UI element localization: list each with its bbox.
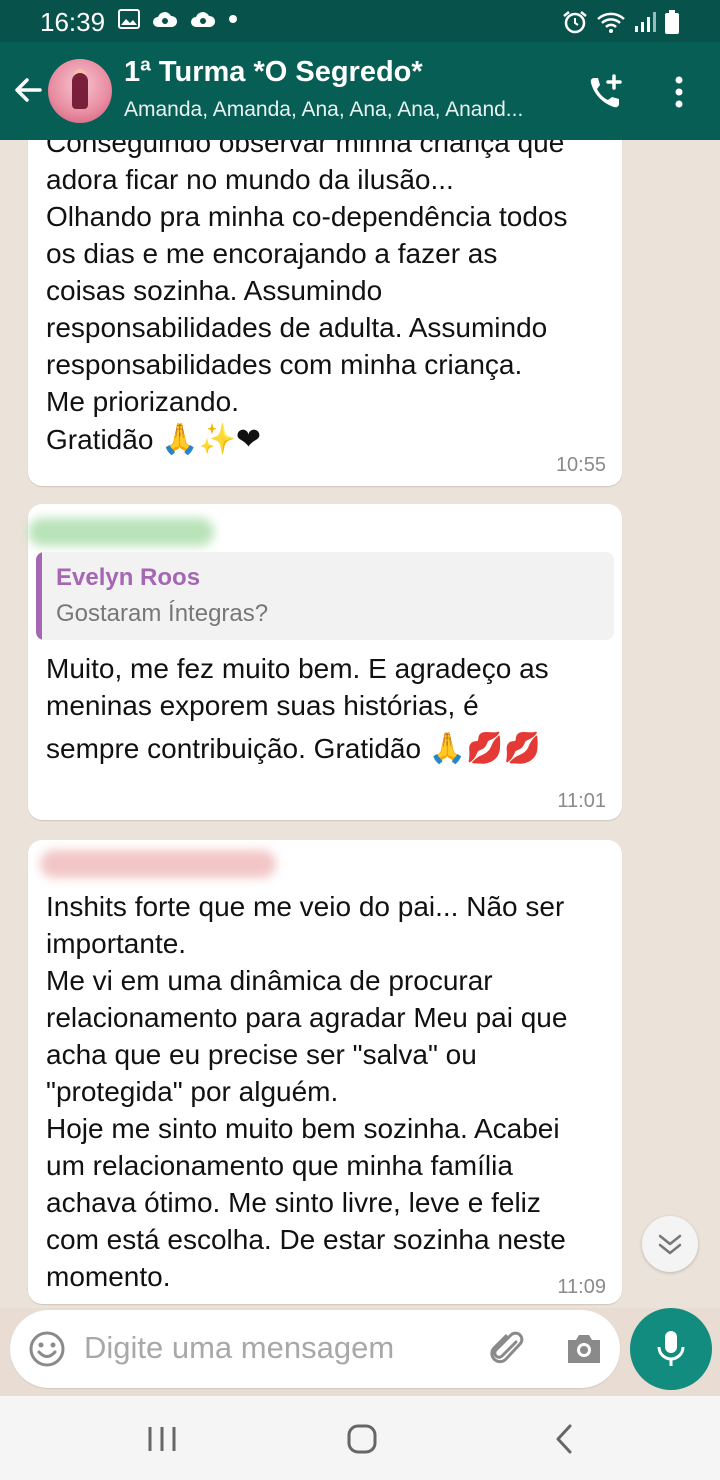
quoted-message[interactable]: Evelyn Roos Gostaram Íntegras? (36, 552, 614, 640)
back-icon[interactable] (546, 1422, 582, 1456)
camera-icon[interactable] (564, 1330, 604, 1368)
message-emojis: 🙏✨❤ (161, 422, 262, 457)
cloud-icon (191, 12, 216, 27)
mic-button[interactable] (630, 1308, 712, 1390)
message-text: Conseguindo observar minha criança que a… (46, 140, 568, 417)
message-input[interactable]: Digite uma mensagem (84, 1330, 394, 1366)
double-chevron-down-icon (658, 1234, 682, 1255)
message-emojis: 🙏💋💋 (428, 731, 541, 766)
message-text: Muito, me fez muito bem. E agradeço as m… (46, 653, 549, 721)
quote-author: Evelyn Roos (56, 564, 201, 591)
chat-header: 1ª Turma *O Segredo* Amanda, Amanda, Ana… (0, 42, 720, 140)
message-time: 10:55 (555, 454, 606, 476)
more-vert-icon[interactable] (664, 72, 694, 112)
wifi-icon (597, 12, 625, 33)
group-avatar[interactable] (48, 59, 112, 123)
chat-area[interactable]: Conseguindo observar minha criança que a… (0, 140, 720, 1308)
message-time: 11:09 (557, 1276, 606, 1298)
add-call-icon[interactable] (586, 72, 626, 112)
group-members[interactable]: Amanda, Amanda, Ana, Ana, Ana, Anand... (124, 98, 564, 122)
input-area: Digite uma mensagem (0, 1308, 720, 1396)
message-text: Inshits forte que me veio do pai... Não … (46, 891, 568, 1292)
status-right-icons (562, 9, 680, 35)
signal-icon (635, 12, 656, 32)
message-bubble[interactable]: Conseguindo observar minha criança que a… (28, 140, 622, 486)
home-icon[interactable] (344, 1422, 380, 1456)
sender-name-blurred (28, 518, 214, 546)
emoji-icon[interactable] (28, 1330, 66, 1368)
back-arrow-icon[interactable] (10, 72, 46, 108)
sender-name-blurred (40, 850, 276, 878)
battery-icon (665, 10, 679, 34)
cloud-icon (153, 12, 178, 27)
attach-icon[interactable] (488, 1330, 526, 1368)
quote-text: Gostaram Íntegras? (56, 600, 269, 627)
scroll-to-bottom-button[interactable] (642, 1216, 698, 1272)
status-time: 16:39 (40, 7, 106, 37)
group-title[interactable]: 1ª Turma *O Segredo* (124, 56, 423, 89)
image-icon (118, 9, 140, 29)
alarm-icon (563, 11, 587, 34)
message-input-box[interactable]: Digite uma mensagem (10, 1310, 620, 1388)
message-last-line: Gratidão 🙏✨❤ (28, 421, 279, 458)
message-bubble[interactable]: Inshits forte que me veio do pai... Não … (28, 840, 622, 1304)
mic-icon (657, 1331, 685, 1366)
message-bubble[interactable]: Evelyn Roos Gostaram Íntegras? Muito, me… (28, 504, 622, 820)
avatar-person (72, 73, 88, 109)
quote-bar (36, 552, 42, 640)
system-nav-bar (0, 1396, 720, 1480)
dot-icon (229, 15, 237, 23)
message-time: 11:01 (557, 790, 606, 812)
status-left-icons (118, 9, 238, 29)
message-last-line-text: sempre contribuição. Gratidão (46, 733, 422, 764)
message-last-line: sempre contribuição. Gratidão 🙏💋💋 (28, 730, 559, 767)
message-last-line-text: Gratidão (46, 424, 154, 455)
recent-apps-icon[interactable] (144, 1422, 180, 1456)
status-bar: 16:39 (0, 0, 720, 42)
